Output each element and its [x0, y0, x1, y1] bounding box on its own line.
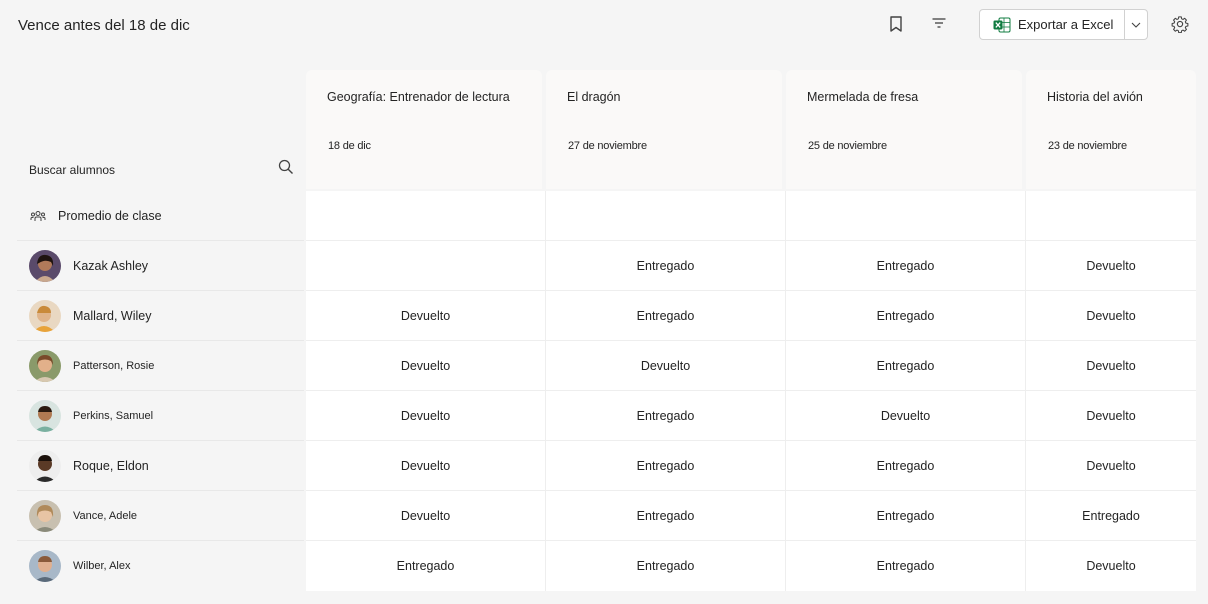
grade-cell[interactable]: Entregado: [546, 291, 786, 340]
grid-row: Devuelto Entregado Entregado Entregado: [306, 491, 1196, 541]
grade-cell[interactable]: Entregado: [546, 441, 786, 490]
bookmark-button[interactable]: [882, 10, 910, 38]
assignment-due-date: 27 de noviembre: [568, 140, 647, 152]
avatar: [29, 499, 61, 532]
grade-cell[interactable]: [786, 191, 1026, 240]
assignment-header-3[interactable]: Mermelada de fresa 25 de noviembre: [786, 70, 1022, 189]
student-search-header: Buscar alumnos: [17, 70, 305, 189]
grade-cell[interactable]: Entregado: [786, 441, 1026, 490]
avatar: [29, 249, 61, 282]
student-name: Mallard, Wiley: [73, 308, 152, 323]
assignment-due-date: 23 de noviembre: [1048, 140, 1127, 152]
student-name: Wilber, Alex: [73, 560, 131, 572]
grade-cell[interactable]: Entregado: [546, 241, 786, 290]
student-name: Vance, Adele: [73, 509, 138, 522]
student-name: Perkins, Samuel: [73, 409, 154, 422]
grid-row: Devuelto Entregado Entregado Devuelto: [306, 441, 1196, 491]
grade-cell[interactable]: Entregado: [546, 391, 786, 440]
student-row[interactable]: Kazak Ashley: [17, 241, 304, 291]
student-list: Promedio de clase Kazak Ashley Mallard, …: [17, 191, 304, 591]
assignment-title: El dragón: [567, 90, 621, 104]
grade-cell[interactable]: Entregado: [786, 341, 1026, 390]
grade-cell[interactable]: [306, 241, 546, 290]
grade-cell[interactable]: Devuelto: [306, 291, 546, 340]
grade-cell[interactable]: Devuelto: [306, 491, 546, 540]
search-icon: [278, 159, 293, 174]
grade-cell[interactable]: Entregado: [786, 541, 1026, 591]
people-icon: [30, 210, 46, 221]
grid-row: Entregado Entregado Devuelto: [306, 241, 1196, 291]
student-name: Kazak Ashley: [73, 258, 149, 273]
grade-cell[interactable]: Entregado: [546, 491, 786, 540]
grade-cell[interactable]: Devuelto: [306, 441, 546, 490]
student-row[interactable]: Perkins, Samuel: [17, 391, 304, 441]
student-row[interactable]: Vance, Adele: [17, 491, 304, 541]
student-row[interactable]: Patterson, Rosie: [17, 341, 304, 391]
grid-row: Devuelto Entregado Devuelto Devuelto: [306, 391, 1196, 441]
top-bar: Vence antes del 18 de dic Exportar a Exc…: [0, 0, 1208, 52]
assignment-header-1[interactable]: Geografía: Entrenador de lectura 18 de d…: [306, 70, 542, 189]
grade-cell[interactable]: Entregado: [786, 241, 1026, 290]
page-title: Vence antes del 18 de dic: [18, 17, 190, 34]
grade-cell[interactable]: Entregado: [1026, 491, 1196, 540]
grade-cell[interactable]: Entregado: [546, 541, 786, 591]
excel-icon: [993, 17, 1011, 32]
avatar: [29, 299, 61, 332]
avatar: [29, 349, 61, 382]
grade-cell[interactable]: [306, 191, 546, 240]
student-row[interactable]: Mallard, Wiley: [17, 291, 304, 341]
grade-cell[interactable]: Devuelto: [1026, 391, 1196, 440]
search-button[interactable]: [275, 156, 297, 178]
class-average-row: Promedio de clase: [17, 191, 304, 241]
gear-icon: [1171, 16, 1189, 33]
export-label: Exportar a Excel: [1018, 17, 1114, 32]
avatar: [29, 550, 61, 582]
class-average-grid-row: [306, 191, 1196, 241]
filter-icon: [932, 18, 946, 28]
grid-row: Devuelto Devuelto Entregado Devuelto: [306, 341, 1196, 391]
student-row[interactable]: Wilber, Alex: [17, 541, 304, 591]
assignment-title: Geografía: Entrenador de lectura: [327, 90, 510, 104]
student-row[interactable]: Roque, Eldon: [17, 441, 304, 491]
grade-cell[interactable]: Devuelto: [1026, 441, 1196, 490]
grade-cell[interactable]: Devuelto: [306, 391, 546, 440]
avatar: [29, 449, 61, 482]
grade-cell[interactable]: Entregado: [786, 491, 1026, 540]
assignment-header-2[interactable]: El dragón 27 de noviembre: [546, 70, 782, 189]
export-excel-button[interactable]: Exportar a Excel: [979, 9, 1148, 40]
assignment-title: Mermelada de fresa: [807, 90, 919, 104]
grade-cell[interactable]: [1026, 191, 1196, 240]
student-name: Roque, Eldon: [73, 458, 149, 473]
grade-cell[interactable]: [546, 191, 786, 240]
class-average-label: Promedio de clase: [58, 208, 162, 223]
assignment-due-date: 18 de dic: [328, 140, 371, 152]
chevron-down-icon: [1131, 22, 1141, 28]
grade-cell[interactable]: Entregado: [306, 541, 546, 591]
grade-cell[interactable]: Devuelto: [306, 341, 546, 390]
avatar: [29, 399, 61, 432]
grade-cell[interactable]: Devuelto: [1026, 341, 1196, 390]
assignment-title: Historia del avión: [1047, 90, 1143, 104]
grade-cell[interactable]: Devuelto: [1026, 241, 1196, 290]
export-excel-main[interactable]: Exportar a Excel: [980, 10, 1124, 39]
grade-cell[interactable]: Devuelto: [546, 341, 786, 390]
search-students-label[interactable]: Buscar alumnos: [29, 163, 115, 177]
grades-grid: Entregado Entregado Devuelto Devuelto En…: [306, 191, 1196, 591]
grade-cell[interactable]: Devuelto: [786, 391, 1026, 440]
filter-button[interactable]: [925, 9, 953, 37]
grid-row: Devuelto Entregado Entregado Devuelto: [306, 291, 1196, 341]
grade-cell[interactable]: Entregado: [786, 291, 1026, 340]
grade-cell[interactable]: Devuelto: [1026, 541, 1196, 591]
assignment-header-4[interactable]: Historia del avión 23 de noviembre: [1026, 70, 1196, 189]
grade-cell[interactable]: Devuelto: [1026, 291, 1196, 340]
export-dropdown-button[interactable]: [1124, 10, 1147, 39]
student-name: Patterson, Rosie: [73, 359, 155, 372]
grid-row: Entregado Entregado Entregado Devuelto: [306, 541, 1196, 591]
bookmark-icon: [890, 16, 902, 32]
assignment-due-date: 25 de noviembre: [808, 140, 887, 152]
settings-button[interactable]: [1166, 10, 1194, 38]
